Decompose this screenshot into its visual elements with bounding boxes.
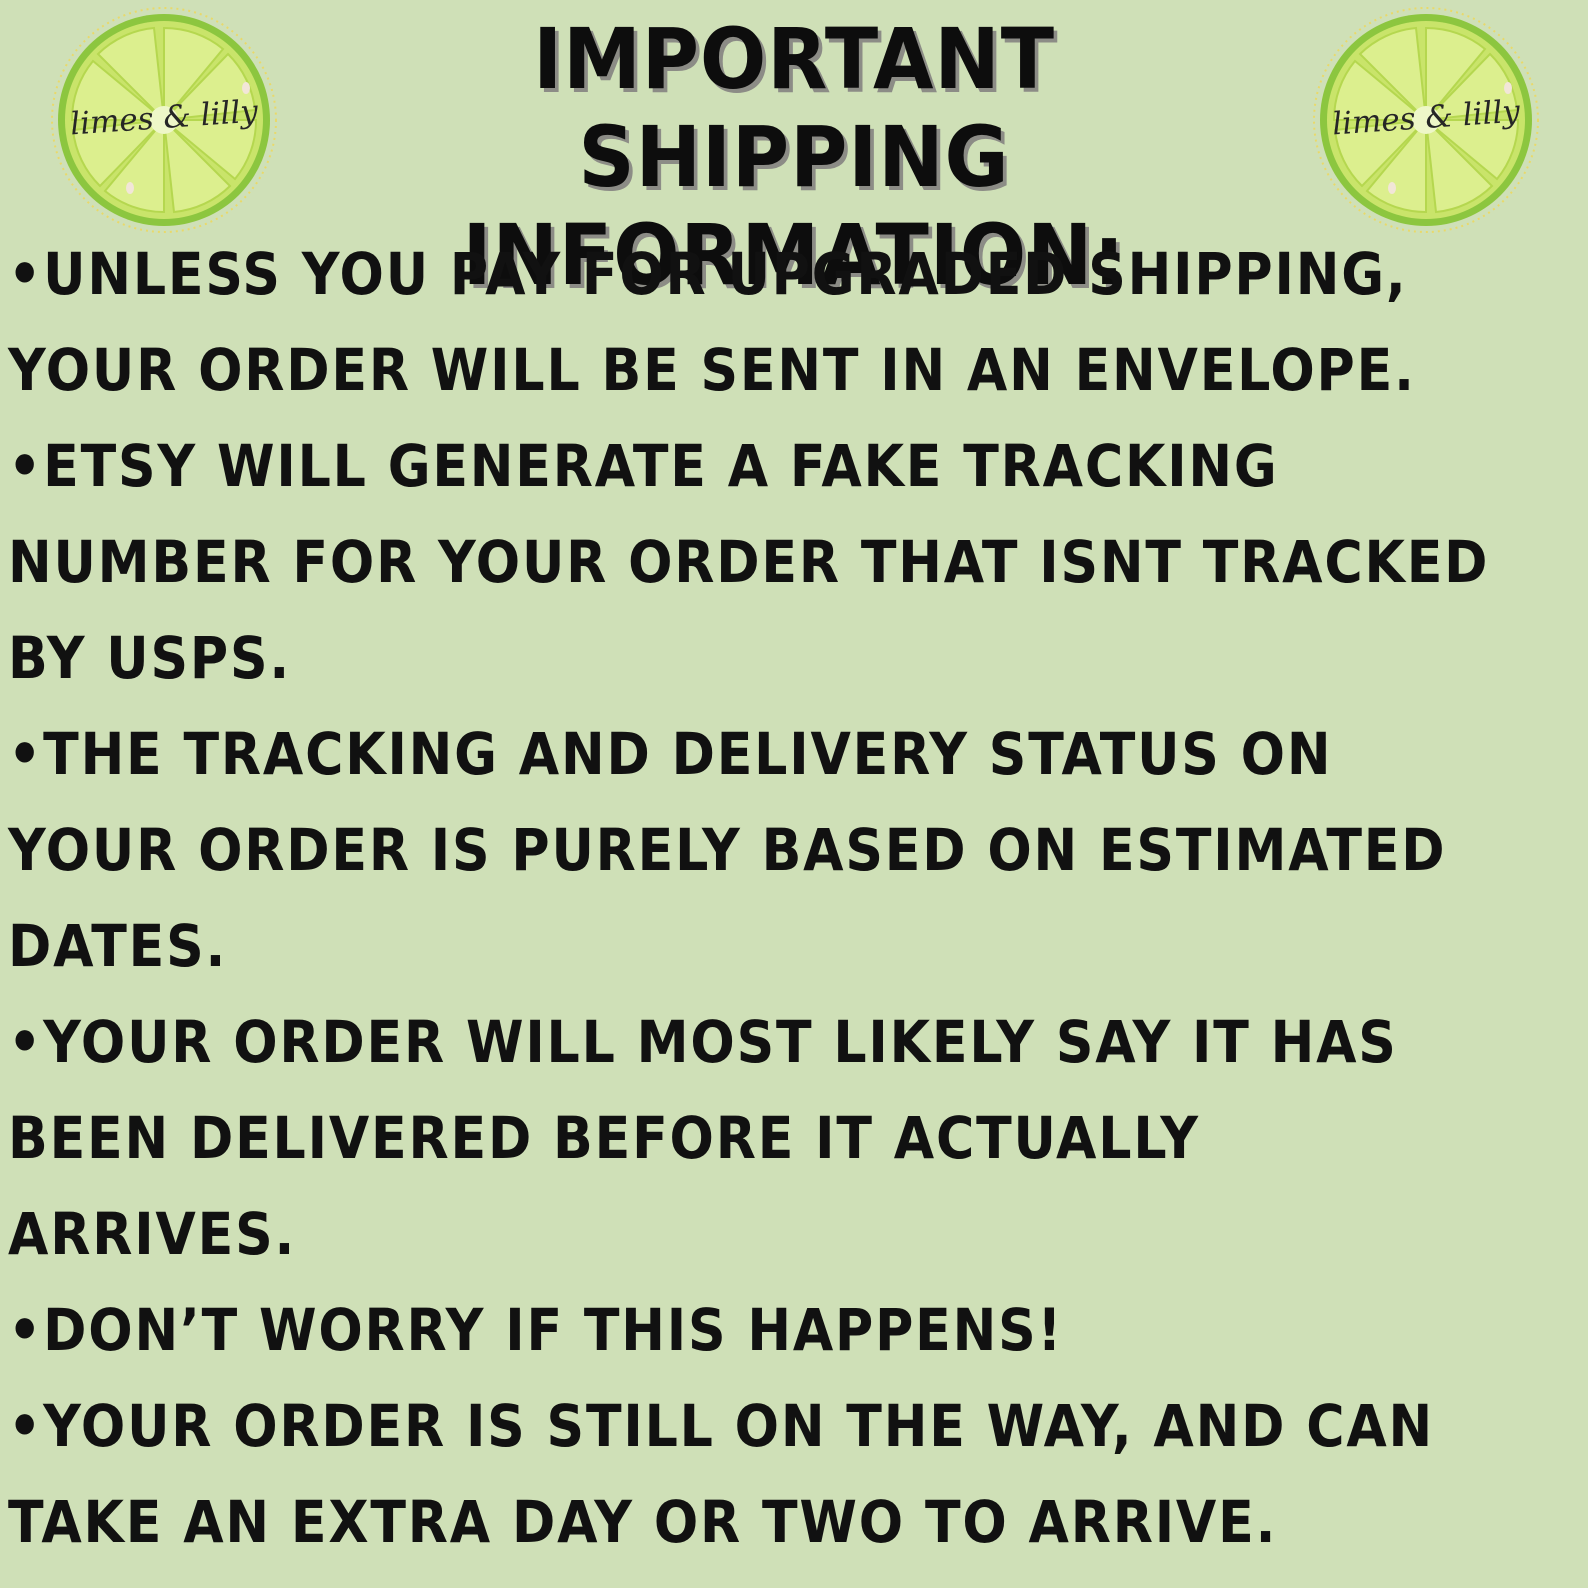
text-line: DATES. [8, 912, 228, 980]
header: limes & lilly IMPORTANT SHIPPING INFORMA… [0, 0, 1588, 304]
logo-left: limes & lilly [50, 6, 278, 234]
text-line: •YOUR ORDER IS STILL ON THE WAY, AND CAN [8, 1392, 1435, 1460]
shipping-info-text: •UNLESS YOU PAY FOR UPGRADED SHIPPING, Y… [8, 226, 1583, 1570]
text-line: •YOUR ORDER WILL MOST LIKELY SAY IT HAS [8, 1008, 1398, 1076]
text-line: YOUR ORDER IS PURELY BASED ON ESTIMATED [8, 816, 1447, 884]
text-line: •UNLESS YOU PAY FOR UPGRADED SHIPPING, [8, 240, 1408, 308]
text-line: •ETSY WILL GENERATE A FAKE TRACKING [8, 432, 1279, 500]
text-line: ARRIVES. [8, 1200, 297, 1268]
text-line: BY USPS. [8, 624, 291, 692]
text-line: BEEN DELIVERED BEFORE IT ACTUALLY [8, 1104, 1200, 1172]
text-line: NUMBER FOR YOUR ORDER THAT ISNT TRACKED [8, 528, 1490, 596]
logo-right: limes & lilly [1312, 6, 1540, 234]
title-line-1: IMPORTANT SHIPPING [533, 10, 1055, 206]
text-line: •DON’T WORRY IF THIS HAPPENS! [8, 1296, 1064, 1364]
text-line: •THE TRACKING AND DELIVERY STATUS ON [8, 720, 1333, 788]
text-line: YOUR ORDER WILL BE SENT IN AN ENVELOPE. [8, 336, 1416, 404]
text-line: TAKE AN EXTRA DAY OR TWO TO ARRIVE. [8, 1488, 1278, 1556]
